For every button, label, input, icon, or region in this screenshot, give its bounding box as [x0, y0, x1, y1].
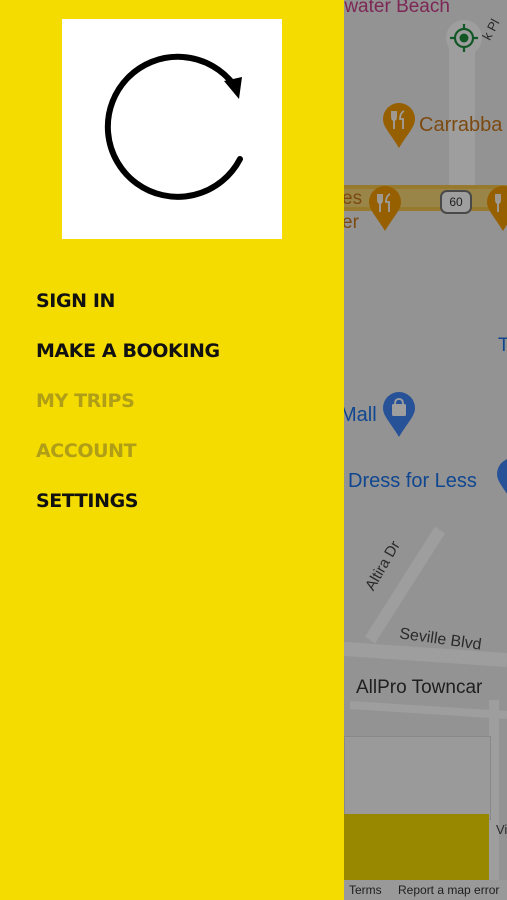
menu-item-settings[interactable]: SETTINGS [36, 478, 220, 528]
app-screen: rwater Beach k Pl Carrabba es er T Mall … [0, 0, 507, 900]
menu-item-sign-in[interactable]: SIGN IN [36, 278, 220, 328]
drawer-menu: SIGN IN MAKE A BOOKING MY TRIPS ACCOUNT … [36, 278, 220, 528]
menu-item-account: ACCOUNT [36, 440, 137, 462]
navigation-drawer: SIGN IN MAKE A BOOKING MY TRIPS ACCOUNT … [0, 0, 344, 900]
circular-arrow-logo-icon [104, 53, 243, 200]
menu-item-make-a-booking[interactable]: MAKE A BOOKING [36, 328, 220, 378]
app-logo [62, 19, 282, 239]
menu-item-my-trips: MY TRIPS [36, 390, 135, 412]
